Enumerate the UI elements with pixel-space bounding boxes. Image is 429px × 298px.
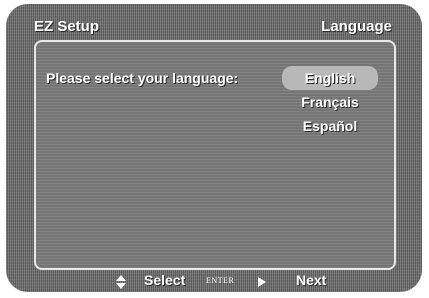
next-hint: Next (296, 272, 327, 288)
language-option-english[interactable]: English (282, 66, 378, 90)
footer-hints: Select ENTER Next (6, 272, 422, 292)
select-hint: Select (144, 272, 186, 288)
language-panel: Please select your language: English Fra… (34, 40, 396, 270)
setup-title: EZ Setup (34, 18, 100, 35)
right-arrow-icon (258, 277, 266, 287)
up-down-arrow-icon (116, 275, 126, 289)
section-title: Language (321, 18, 392, 35)
language-option-francais[interactable]: Français (282, 90, 378, 114)
language-prompt: Please select your language: (46, 70, 239, 86)
language-option-espanol[interactable]: Español (282, 114, 378, 138)
tv-setup-screen: EZ Setup Language Please select your lan… (6, 4, 422, 292)
language-list: English Français Español (282, 66, 378, 138)
enter-key-label: ENTER (206, 276, 235, 285)
